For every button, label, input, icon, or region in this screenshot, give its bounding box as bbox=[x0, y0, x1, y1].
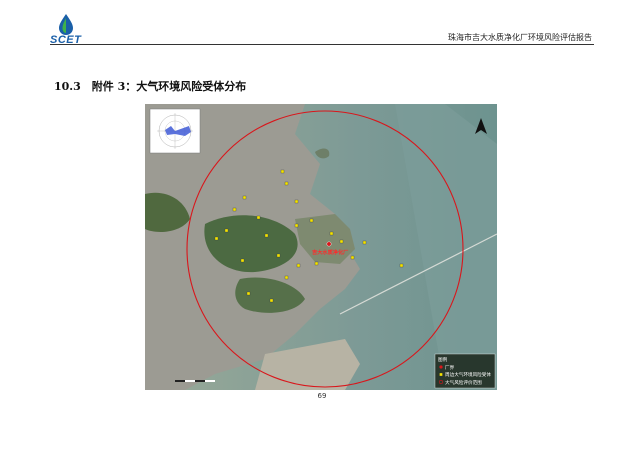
header-divider bbox=[50, 44, 594, 45]
receptor-map: 吉大水质净化厂 图例 厂界 周边大气环境风险受体 大气风险评价范围 bbox=[145, 104, 497, 390]
receptor-marker bbox=[256, 215, 261, 220]
page-number: 69 bbox=[317, 392, 327, 400]
receptor-marker bbox=[269, 298, 274, 303]
receptor-marker bbox=[284, 181, 289, 186]
receptor-marker bbox=[284, 275, 289, 280]
receptor-marker bbox=[224, 228, 229, 233]
receptor-marker bbox=[329, 231, 334, 236]
receptor-marker bbox=[309, 218, 314, 223]
receptor-marker bbox=[314, 261, 319, 266]
legend-item-label: 大气风险评价范围 bbox=[445, 379, 482, 386]
receptor-marker bbox=[294, 223, 299, 228]
receptor-marker bbox=[362, 240, 367, 245]
report-title: 珠海市吉大水质净化厂环境风险评估报告 bbox=[448, 33, 592, 42]
legend-item-label: 周边大气环境风险受体 bbox=[445, 371, 491, 378]
plant-label: 吉大水质净化厂 bbox=[312, 248, 348, 256]
yellow-square-icon bbox=[439, 372, 443, 377]
receptor-marker bbox=[240, 258, 245, 263]
receptor-marker bbox=[276, 253, 281, 258]
wind-rose-inset bbox=[149, 108, 201, 154]
plant-location-marker bbox=[326, 241, 332, 247]
receptor-marker bbox=[339, 239, 344, 244]
receptor-marker bbox=[214, 236, 219, 241]
receptor-marker bbox=[399, 263, 404, 268]
map-legend: 图例 厂界 周边大气环境风险受体 大气风险评价范围 bbox=[434, 353, 496, 389]
receptor-marker bbox=[246, 291, 251, 296]
receptor-marker bbox=[242, 195, 247, 200]
red-dot-icon bbox=[439, 365, 443, 369]
receptor-marker bbox=[296, 263, 301, 268]
legend-title: 图例 bbox=[438, 356, 448, 363]
legend-item-label: 厂界 bbox=[445, 365, 455, 371]
section-heading: 10.3 附件 3：大气环境风险受体分布 bbox=[54, 80, 247, 93]
receptor-marker bbox=[294, 199, 299, 204]
receptor-marker bbox=[280, 169, 285, 174]
logo-drop-icon bbox=[59, 14, 73, 35]
receptor-marker bbox=[264, 233, 269, 238]
scale-bar bbox=[175, 380, 215, 382]
receptor-marker bbox=[350, 255, 355, 260]
receptor-marker bbox=[232, 207, 237, 212]
